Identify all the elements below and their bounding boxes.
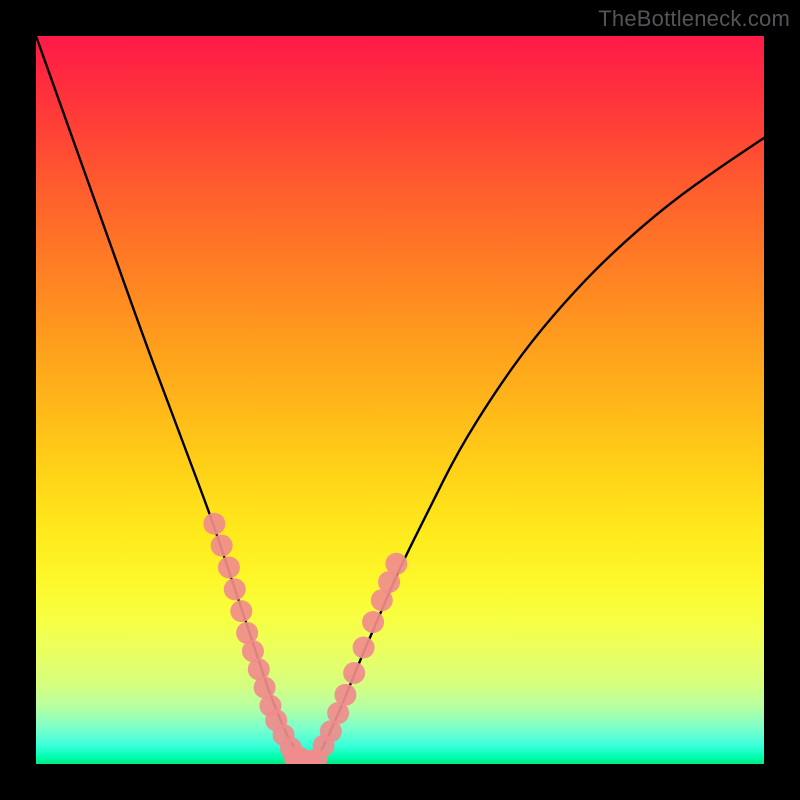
curve-line (36, 36, 764, 760)
chart-container: TheBottleneck.com (0, 0, 800, 800)
plot-area (36, 36, 764, 764)
data-marker (230, 600, 252, 622)
data-marker (362, 611, 384, 633)
bottleneck-chart (36, 36, 764, 764)
data-marker (224, 578, 246, 600)
data-marker (353, 637, 375, 659)
data-marker (203, 513, 225, 535)
data-marker (211, 535, 233, 557)
watermark-text: TheBottleneck.com (598, 6, 790, 32)
data-marker (343, 662, 365, 684)
data-marker (334, 684, 356, 706)
data-marker (218, 556, 240, 578)
data-marker (385, 553, 407, 575)
